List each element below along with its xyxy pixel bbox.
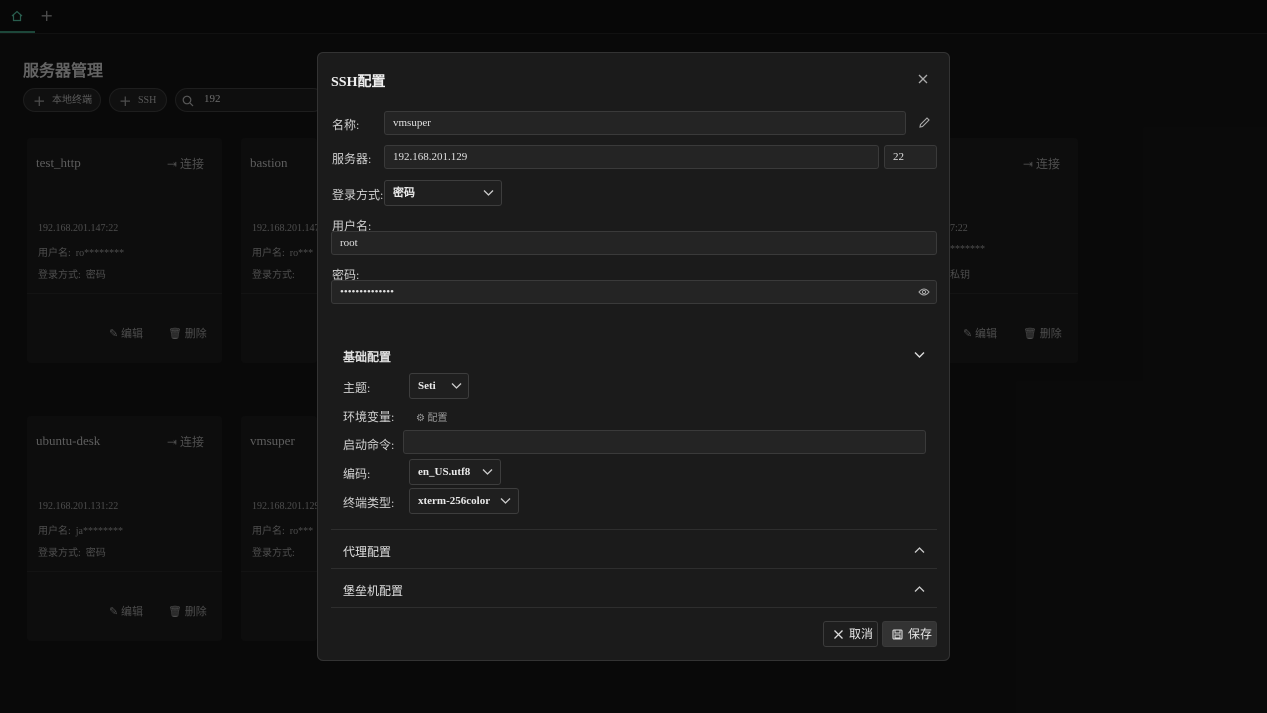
startup-command-input[interactable] xyxy=(403,430,926,454)
save-icon xyxy=(892,629,903,640)
proxy-config-section[interactable]: 代理配置 xyxy=(331,530,937,568)
chevron-up-icon xyxy=(914,547,925,553)
chevron-down-icon xyxy=(483,190,494,196)
eye-icon[interactable] xyxy=(918,287,930,297)
host-input[interactable]: 192.168.201.129 xyxy=(384,145,879,169)
env-config-button[interactable]: ⚙ 配置 xyxy=(416,409,447,424)
login-method-label: 登录方式: xyxy=(332,188,384,202)
cancel-button[interactable]: 取消 xyxy=(823,621,878,647)
chevron-down-icon xyxy=(500,498,511,504)
basic-config-title[interactable]: 基础配置 xyxy=(343,348,391,365)
edit-icon[interactable] xyxy=(918,116,931,129)
name-label: 名称: xyxy=(332,118,360,132)
bastion-config-section[interactable]: 堡垒机配置 xyxy=(331,569,937,607)
chevron-up-icon xyxy=(914,586,925,592)
theme-label: 主题: xyxy=(343,381,371,395)
username-input[interactable]: root xyxy=(331,231,937,255)
chevron-down-icon[interactable] xyxy=(914,351,925,359)
bastion-config-title: 堡垒机配置 xyxy=(343,584,404,598)
terminal-type-select[interactable]: xterm-256color xyxy=(409,488,519,514)
port-input[interactable]: 22 xyxy=(884,145,937,169)
close-icon[interactable] xyxy=(916,72,930,86)
startup-label: 启动命令: xyxy=(343,438,395,452)
close-icon xyxy=(834,630,843,639)
chevron-down-icon xyxy=(482,469,493,475)
chevron-down-icon xyxy=(451,383,462,389)
section-divider xyxy=(331,607,937,608)
name-input[interactable]: vmsuper xyxy=(384,111,906,135)
theme-select[interactable]: Seti xyxy=(409,373,469,399)
gear-icon: ⚙ xyxy=(416,413,425,424)
server-label: 服务器: xyxy=(332,152,372,166)
dialog-title: SSH配置 xyxy=(331,75,386,90)
ssh-config-dialog: SSH配置 名称: vmsuper 服务器: 192.168.201.129 2… xyxy=(317,52,950,661)
env-label: 环境变量: xyxy=(343,410,395,424)
save-button[interactable]: 保存 xyxy=(882,621,937,647)
proxy-config-title: 代理配置 xyxy=(343,545,392,559)
password-input[interactable]: •••••••••••••• xyxy=(331,280,937,304)
encoding-label: 编码: xyxy=(343,467,371,481)
terminal-type-label: 终端类型: xyxy=(343,496,395,510)
login-method-select[interactable]: 密码 xyxy=(384,180,502,206)
basic-config-section: 基础配置 主题: Seti 环境变量: ⚙ 配置 启动命令: 编码: en_US… xyxy=(331,333,937,529)
encoding-select[interactable]: en_US.utf8 xyxy=(409,459,501,485)
